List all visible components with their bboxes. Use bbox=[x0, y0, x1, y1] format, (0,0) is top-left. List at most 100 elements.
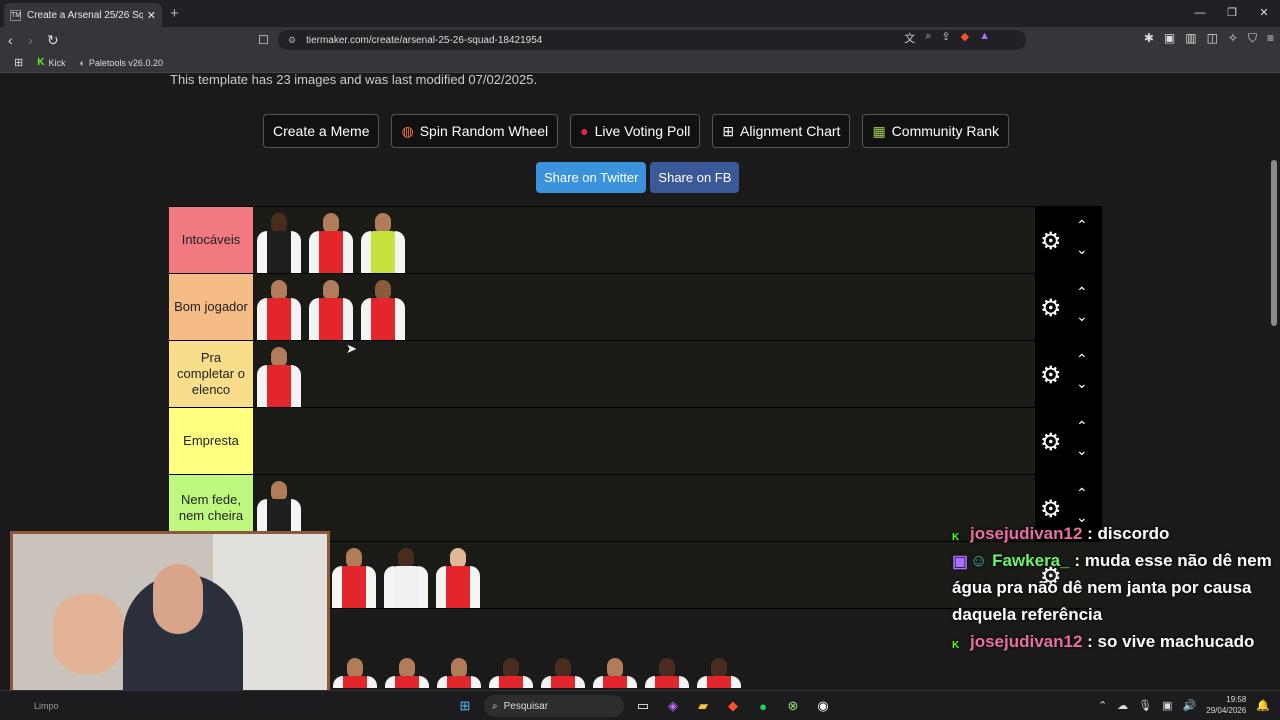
player-card[interactable] bbox=[589, 654, 641, 688]
bookmark-paletools[interactable]: ◐ Paletools v26.0.20 bbox=[79, 58, 163, 68]
move-up-icon[interactable]: ⌃ bbox=[1076, 217, 1088, 234]
brave-rewards-icon[interactable]: ▲ bbox=[979, 30, 990, 46]
obs-icon[interactable]: ◉ bbox=[812, 695, 834, 717]
bookmark-icon[interactable]: ☐ bbox=[258, 31, 269, 49]
file-explorer-icon[interactable]: ▰ bbox=[692, 695, 714, 717]
clock[interactable]: 19:58 29/04/2026 bbox=[1206, 694, 1246, 716]
player-card[interactable] bbox=[537, 654, 589, 688]
move-up-icon[interactable]: ⌃ bbox=[1076, 418, 1088, 435]
reload-icon[interactable]: ↻ bbox=[47, 31, 59, 49]
tier-label[interactable]: Pra completar o elenco bbox=[169, 341, 253, 407]
record-icon: ● bbox=[580, 123, 589, 139]
leo-ai-icon[interactable]: ✧ bbox=[1228, 31, 1238, 46]
player-card[interactable] bbox=[432, 544, 484, 608]
player-card[interactable] bbox=[357, 276, 409, 340]
close-tab-icon[interactable]: ✕ bbox=[147, 9, 156, 22]
notification-icon[interactable]: 🔔 bbox=[1256, 699, 1270, 712]
share-twitter-button[interactable]: Share on Twitter bbox=[536, 162, 647, 193]
vpn-icon[interactable]: ◫ bbox=[1207, 31, 1218, 46]
spotify-icon[interactable]: ● bbox=[752, 695, 774, 717]
tier-label[interactable]: Intocáveis bbox=[169, 207, 253, 273]
onedrive-icon[interactable]: ☁ bbox=[1117, 699, 1128, 712]
player-card[interactable] bbox=[253, 343, 305, 407]
player-card[interactable] bbox=[253, 209, 305, 273]
kick-icon: K bbox=[37, 57, 45, 68]
share-fb-button[interactable]: Share on FB bbox=[650, 162, 740, 193]
back-icon[interactable]: ‹ bbox=[8, 31, 13, 49]
tier-label[interactable]: Empresta bbox=[169, 408, 253, 474]
player-card[interactable] bbox=[433, 654, 485, 688]
move-up-icon[interactable]: ⌃ bbox=[1076, 284, 1088, 301]
settings-gear-icon[interactable]: ⚙ bbox=[1040, 227, 1062, 256]
tier-controls: ⚙ ⌃ ⌄ bbox=[1035, 274, 1102, 340]
player-card[interactable] bbox=[329, 654, 381, 688]
bookmark-label: Kick bbox=[48, 57, 66, 68]
minimize-icon[interactable]: — bbox=[1184, 0, 1216, 27]
site-info-icon[interactable]: ⚙ bbox=[288, 35, 296, 46]
browser-tab[interactable]: TM Create a Arsenal 25/26 Squad Ti ✕ bbox=[4, 3, 162, 27]
chat-username: josejudivan12 bbox=[970, 632, 1083, 651]
tier-label[interactable]: Bom jogador bbox=[169, 274, 253, 340]
player-card[interactable] bbox=[305, 276, 357, 340]
button-label: Spin Random Wheel bbox=[419, 123, 549, 139]
share-icon[interactable]: ⇪ bbox=[941, 30, 950, 46]
volume-icon[interactable]: 🔊 bbox=[1183, 699, 1197, 712]
scrollbar-thumb[interactable] bbox=[1271, 160, 1277, 326]
taskbar-search[interactable]: ⌕ Pesquisar bbox=[484, 695, 624, 717]
new-tab-icon[interactable]: + bbox=[170, 5, 179, 22]
close-window-icon[interactable]: ✕ bbox=[1248, 0, 1280, 27]
move-down-icon[interactable]: ⌄ bbox=[1076, 241, 1088, 258]
copilot-icon[interactable]: ◈ bbox=[662, 695, 684, 717]
move-up-icon[interactable]: ⌃ bbox=[1076, 351, 1088, 368]
community-rank-button[interactable]: ▦ Community Rank bbox=[862, 114, 1010, 148]
tier-row: Pra completar o elenco ⚙ ⌃ ⌄ bbox=[169, 340, 1102, 407]
player-card[interactable] bbox=[380, 544, 432, 608]
player-card[interactable] bbox=[381, 654, 433, 688]
alignment-chart-button[interactable]: ⊞ Alignment Chart bbox=[712, 114, 851, 148]
settings-gear-icon[interactable]: ⚙ bbox=[1040, 294, 1062, 323]
voting-poll-button[interactable]: ● Live Voting Poll bbox=[570, 114, 701, 148]
translate-icon[interactable]: 文 bbox=[904, 30, 915, 46]
spin-wheel-button[interactable]: ◍ Spin Random Wheel bbox=[391, 114, 559, 148]
player-card[interactable] bbox=[485, 654, 537, 688]
zoom-icon[interactable]: ⌕ bbox=[925, 30, 931, 46]
xbox-icon[interactable]: ⊗ bbox=[782, 695, 804, 717]
microphone-icon[interactable]: 🎙 bbox=[1138, 699, 1152, 712]
network-icon[interactable]: ▣ bbox=[1162, 699, 1172, 712]
wallet-icon[interactable]: ▣ bbox=[1164, 31, 1175, 46]
chat-text: discordo bbox=[1097, 524, 1170, 543]
tier-items bbox=[253, 408, 1035, 474]
restore-icon[interactable]: ❐ bbox=[1216, 0, 1248, 27]
brave-browser-icon[interactable]: ◆ bbox=[722, 695, 744, 717]
player-card[interactable] bbox=[641, 654, 693, 688]
task-view-icon[interactable]: ▭ bbox=[632, 695, 654, 717]
move-down-icon[interactable]: ⌄ bbox=[1076, 442, 1088, 459]
settings-gear-icon[interactable]: ⚙ bbox=[1040, 361, 1062, 390]
bookmark-kick[interactable]: K Kick bbox=[37, 57, 65, 68]
player-card[interactable] bbox=[328, 544, 380, 608]
forward-icon[interactable]: › bbox=[28, 31, 33, 49]
tray-overflow-icon[interactable]: ⌃ bbox=[1098, 699, 1107, 712]
player-card[interactable] bbox=[693, 654, 745, 688]
move-down-icon[interactable]: ⌄ bbox=[1076, 308, 1088, 325]
create-meme-button[interactable]: Create a Meme bbox=[263, 114, 380, 148]
move-down-icon[interactable]: ⌄ bbox=[1076, 375, 1088, 392]
tier-items bbox=[253, 207, 1035, 273]
apps-icon[interactable]: ⊞ bbox=[14, 56, 23, 69]
move-up-icon[interactable]: ⌃ bbox=[1076, 485, 1088, 502]
tier-items bbox=[253, 341, 1035, 407]
shield-icon[interactable]: ⛉ bbox=[1248, 31, 1257, 46]
player-card[interactable] bbox=[305, 209, 357, 273]
tier-controls: ⚙ ⌃ ⌄ bbox=[1035, 341, 1102, 407]
settings-gear-icon[interactable]: ⚙ bbox=[1040, 428, 1062, 457]
extensions-icon[interactable]: ✱ bbox=[1144, 31, 1154, 46]
menu-icon[interactable]: ≡ bbox=[1267, 31, 1274, 46]
grid-icon: ⊞ bbox=[722, 122, 735, 139]
windows-start-icon[interactable]: ⊞ bbox=[454, 695, 476, 717]
tier-row: Bom jogador ⚙ ⌃ ⌄ bbox=[169, 273, 1102, 340]
player-card[interactable] bbox=[357, 209, 409, 273]
player-card[interactable] bbox=[253, 276, 305, 340]
tier-items bbox=[253, 475, 1035, 541]
sidebar-icon[interactable]: ▥ bbox=[1185, 31, 1196, 46]
brave-shield-icon[interactable]: ◆ bbox=[961, 30, 969, 46]
